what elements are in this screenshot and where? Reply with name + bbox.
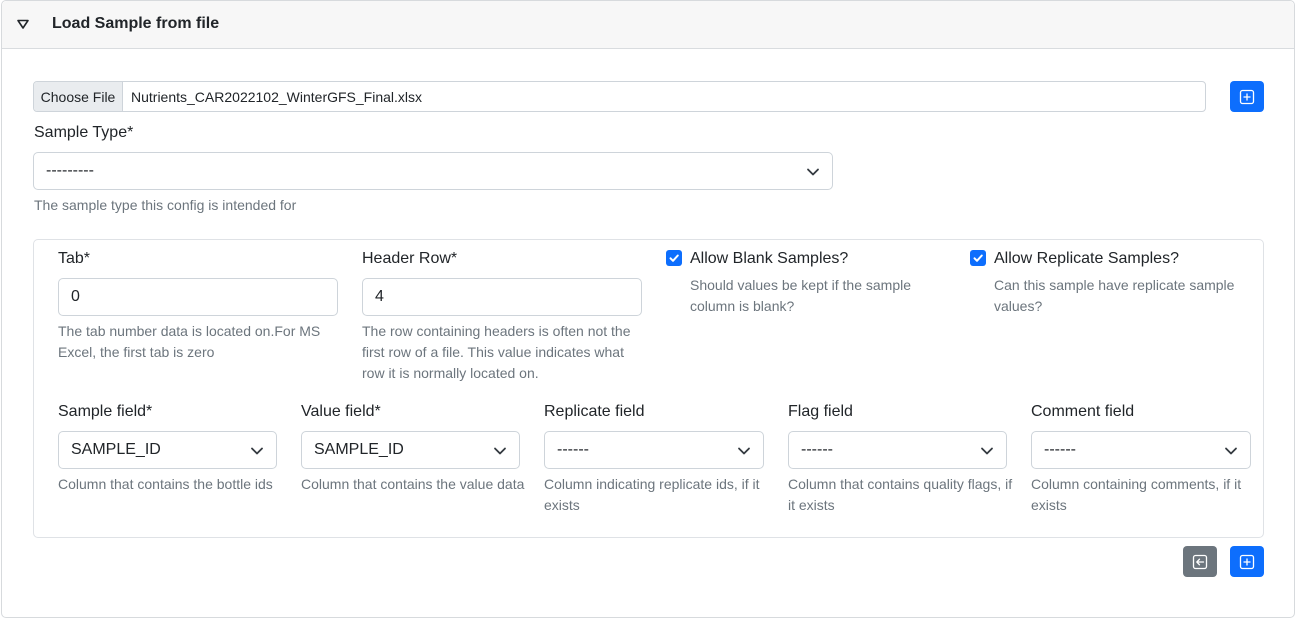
add-config-button[interactable]	[1230, 546, 1264, 577]
add-file-button[interactable]	[1230, 81, 1264, 112]
caret-down-icon[interactable]	[16, 17, 30, 31]
allow-replicate-label[interactable]: Allow Replicate Samples?	[994, 250, 1179, 268]
card-title: Load Sample from file	[52, 15, 220, 32]
allow-blank-help: Should values be kept if the sample colu…	[690, 277, 912, 314]
chevron-down-icon	[1225, 447, 1237, 455]
sample-type-value: ---------	[46, 162, 94, 179]
value-field-help: Column that contains the value data	[301, 476, 525, 492]
tab-value: 0	[71, 288, 80, 305]
chevron-down-icon	[807, 168, 819, 176]
check-icon	[669, 254, 679, 262]
comment-field-help: Column containing comments, if it exists	[1031, 476, 1242, 513]
comment-field-label: Comment field	[1031, 403, 1135, 420]
flag-field-select[interactable]: ------	[788, 431, 1007, 469]
replicate-field-value: ------	[557, 441, 589, 458]
chevron-down-icon	[494, 447, 506, 455]
replicate-field-label: Replicate field	[544, 403, 645, 420]
tab-input[interactable]: 0	[58, 278, 338, 316]
value-field-label: Value field*	[301, 403, 381, 420]
back-button[interactable]	[1183, 546, 1217, 577]
choose-file-button[interactable]: Choose File	[34, 82, 123, 111]
sample-field-label: Sample field*	[58, 403, 153, 420]
tab-help: The tab number data is located on.For MS…	[58, 323, 321, 360]
header-row-help: The row containing headers is often not …	[362, 323, 631, 381]
sample-field-value: SAMPLE_ID	[71, 441, 161, 458]
sample-field-select[interactable]: SAMPLE_ID	[58, 431, 277, 469]
allow-blank-label[interactable]: Allow Blank Samples?	[690, 250, 848, 268]
flag-field-value: ------	[801, 441, 833, 458]
flag-field-help: Column that contains quality flags, if i…	[788, 476, 1013, 513]
value-field-value: SAMPLE_ID	[314, 441, 404, 458]
flag-field-label: Flag field	[788, 403, 853, 420]
header-row-value: 4	[375, 288, 384, 305]
value-field-select[interactable]: SAMPLE_ID	[301, 431, 520, 469]
comment-field-select[interactable]: ------	[1031, 431, 1251, 469]
card-header[interactable]: Load Sample from file	[2, 1, 1294, 49]
check-icon	[973, 254, 983, 262]
plus-square-icon	[1239, 554, 1255, 569]
chevron-down-icon	[981, 447, 993, 455]
comment-field-value: ------	[1044, 441, 1076, 458]
arrow-left-square-icon	[1192, 554, 1208, 569]
sample-type-help: The sample type this config is intended …	[34, 197, 297, 213]
chevron-down-icon	[251, 447, 263, 455]
tab-label: Tab*	[58, 250, 91, 267]
sample-type-select[interactable]: ---------	[33, 152, 833, 190]
sample-field-help: Column that contains the bottle ids	[58, 476, 273, 492]
replicate-field-help: Column indicating replicate ids, if it e…	[544, 476, 760, 513]
allow-replicate-checkbox[interactable]	[970, 250, 986, 266]
replicate-field-select[interactable]: ------	[544, 431, 764, 469]
header-row-label: Header Row*	[362, 250, 458, 267]
chevron-down-icon	[738, 447, 750, 455]
file-name: Nutrients_CAR2022102_WinterGFS_Final.xls…	[131, 88, 423, 105]
plus-square-icon	[1239, 89, 1255, 104]
allow-blank-checkbox[interactable]	[666, 250, 682, 266]
allow-replicate-help: Can this sample have replicate sample va…	[994, 277, 1235, 314]
header-row-input[interactable]: 4	[362, 278, 642, 316]
file-input[interactable]: Choose File Nutrients_CAR2022102_WinterG…	[33, 81, 1206, 112]
sample-type-label: Sample Type*	[34, 124, 134, 141]
